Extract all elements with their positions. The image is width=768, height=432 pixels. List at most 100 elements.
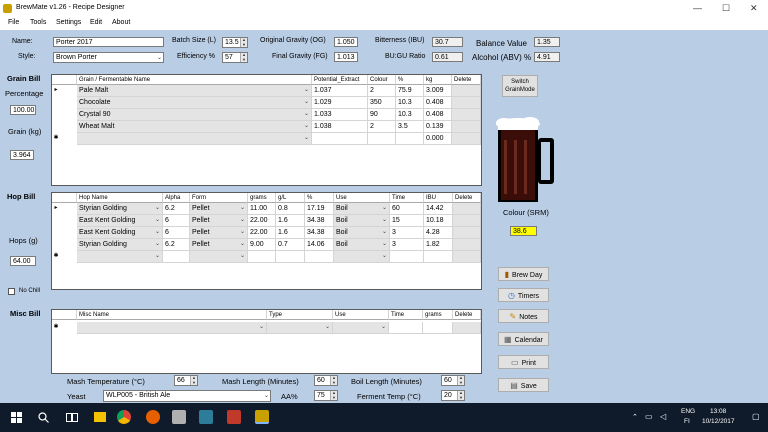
boil-length-stepper[interactable]: 60 ▲ ▼ [441, 375, 465, 386]
hop-alpha-cell[interactable]: 6 [163, 227, 190, 239]
misc-time-cell[interactable] [389, 322, 423, 334]
grain-pct-cell[interactable]: 75.9 [396, 85, 424, 97]
efficiency-stepper[interactable]: 57 ▲ ▼ [222, 52, 248, 63]
grain-name-cell[interactable]: Wheat Malt ⌄ [77, 121, 312, 133]
spin-arrows-icon[interactable]: ▲ ▼ [190, 375, 197, 385]
hop-use-cell[interactable]: Boil ⌄ [334, 227, 390, 239]
grain-kg-cell[interactable]: 3.009 [424, 85, 452, 97]
minimize-button[interactable]: — [693, 3, 702, 13]
hop-gl-cell[interactable]: 0.7 [276, 239, 305, 251]
grain-kg-input[interactable]: 3.964 [10, 150, 34, 160]
brewmate-taskbar-icon[interactable] [255, 410, 269, 424]
hop-grams-cell[interactable]: 22.00 [248, 215, 276, 227]
hop-time-cell[interactable]: 3 [390, 227, 424, 239]
menu-edit[interactable]: Edit [90, 19, 102, 26]
calendar-button[interactable]: ▦ Calendar [498, 332, 549, 346]
notifications-icon[interactable]: ▢ [752, 412, 760, 421]
hop-name-cell[interactable]: ⌄ [77, 251, 163, 263]
region-code[interactable]: FI [684, 418, 690, 425]
grain-pct-cell[interactable]: 10.3 [396, 97, 424, 109]
hop-form-cell[interactable]: ⌄ [190, 251, 248, 263]
grain-pct-cell[interactable]: 3.5 [396, 121, 424, 133]
hop-ibu-cell[interactable] [424, 251, 453, 263]
row-header[interactable]: ▸ [52, 203, 60, 215]
row-header[interactable] [52, 97, 60, 109]
volume-icon[interactable]: ◁ [660, 412, 666, 421]
grain-extract-cell[interactable] [312, 133, 368, 145]
grain-delete-button[interactable] [452, 97, 481, 109]
hop-ibu-cell[interactable]: 1.82 [424, 239, 453, 251]
hop-alpha-cell[interactable]: 6 [163, 215, 190, 227]
menu-file[interactable]: File [8, 19, 19, 26]
app-icon-gray[interactable] [172, 410, 186, 424]
menu-about[interactable]: About [112, 19, 130, 26]
print-button[interactable]: ▭ Print [498, 355, 549, 369]
hop-grams-cell[interactable]: 9.00 [248, 239, 276, 251]
row-header[interactable]: ▸ [52, 85, 60, 97]
row-header[interactable] [52, 121, 60, 133]
chrome-icon[interactable] [117, 410, 131, 424]
grain-extract-cell[interactable]: 1.029 [312, 97, 368, 109]
hop-use-cell[interactable]: Boil ⌄ [334, 239, 390, 251]
task-view-icon[interactable] [66, 412, 78, 423]
hop-name-cell[interactable]: East Kent Golding ⌄ [77, 215, 163, 227]
misc-name-cell[interactable]: ⌄ [77, 322, 267, 334]
grain-kg-cell[interactable]: 0.000 [424, 133, 452, 145]
hop-gl-cell[interactable]: 0.8 [276, 203, 305, 215]
grain-colour-cell[interactable] [368, 133, 396, 145]
hop-form-cell[interactable]: Pellet ⌄ [190, 215, 248, 227]
hop-form-cell[interactable]: Pellet ⌄ [190, 239, 248, 251]
ferment-temp-stepper[interactable]: 20 ▲ ▼ [441, 390, 465, 401]
brew-day-button[interactable]: ▮ Brew Day [498, 267, 549, 281]
aa-stepper[interactable]: 75 ▲ ▼ [314, 390, 338, 401]
grain-delete-button[interactable] [452, 85, 481, 97]
grain-pct-cell[interactable] [396, 133, 424, 145]
grain-name-cell[interactable]: ⌄ [77, 133, 312, 145]
hop-gl-cell[interactable]: 1.6 [276, 215, 305, 227]
hop-pct-cell[interactable]: 17.19 [305, 203, 334, 215]
misc-type-cell[interactable]: ⌄ [267, 322, 333, 334]
hop-time-cell[interactable]: 3 [390, 239, 424, 251]
hop-form-cell[interactable]: Pellet ⌄ [190, 203, 248, 215]
hop-form-cell[interactable]: Pellet ⌄ [190, 227, 248, 239]
hop-pct-cell[interactable]: 34.38 [305, 227, 334, 239]
hop-ibu-cell[interactable]: 10.18 [424, 215, 453, 227]
hop-gl-cell[interactable]: 1.6 [276, 227, 305, 239]
grain-extract-cell[interactable]: 1.038 [312, 121, 368, 133]
grain-name-cell[interactable]: Pale Malt ⌄ [77, 85, 312, 97]
row-header[interactable] [52, 239, 60, 251]
grain-colour-cell[interactable]: 2 [368, 121, 396, 133]
notes-button[interactable]: ✎ Notes [498, 309, 549, 323]
hop-alpha-cell[interactable]: 6.2 [163, 239, 190, 251]
grain-extract-cell[interactable]: 1.033 [312, 109, 368, 121]
maximize-button[interactable]: ☐ [722, 3, 730, 14]
switch-grain-mode-button[interactable]: Switch GrainMode [502, 75, 538, 97]
grain-colour-cell[interactable]: 2 [368, 85, 396, 97]
hop-grams-cell[interactable]: 11.00 [248, 203, 276, 215]
tray-chevron-icon[interactable]: ⌃ [632, 413, 638, 421]
style-select[interactable]: Brown Porter ⌄ [53, 52, 164, 63]
hop-pct-cell[interactable]: 14.06 [305, 239, 334, 251]
yeast-select[interactable]: WLP005 - British Ale ⌄ [103, 390, 271, 402]
grain-kg-cell[interactable]: 0.408 [424, 109, 452, 121]
mash-length-stepper[interactable]: 60 ▲ ▼ [314, 375, 338, 386]
app-icon-blue[interactable] [199, 410, 213, 424]
hop-alpha-cell[interactable] [163, 251, 190, 263]
save-button[interactable]: ▤ Save [498, 378, 549, 392]
grain-name-cell[interactable]: Chocolate ⌄ [77, 97, 312, 109]
hop-pct-cell[interactable] [305, 251, 334, 263]
menu-tools[interactable]: Tools [30, 19, 46, 26]
spin-arrows-icon[interactable]: ▲ ▼ [240, 52, 247, 62]
hop-name-cell[interactable]: East Kent Golding ⌄ [77, 227, 163, 239]
misc-delete-cell[interactable] [453, 322, 481, 334]
hop-time-cell[interactable]: 15 [390, 215, 424, 227]
hop-use-cell[interactable]: Boil ⌄ [334, 203, 390, 215]
no-chill-checkbox[interactable] [8, 288, 15, 295]
close-button[interactable]: ✕ [750, 3, 758, 14]
spin-arrows-icon[interactable]: ▲ ▼ [457, 390, 464, 400]
grain-colour-cell[interactable]: 90 [368, 109, 396, 121]
hops-g-input[interactable]: 64.00 [10, 256, 36, 266]
hop-delete-button[interactable] [453, 203, 481, 215]
firefox-icon[interactable] [146, 410, 160, 424]
grain-delete-button[interactable] [452, 109, 481, 121]
